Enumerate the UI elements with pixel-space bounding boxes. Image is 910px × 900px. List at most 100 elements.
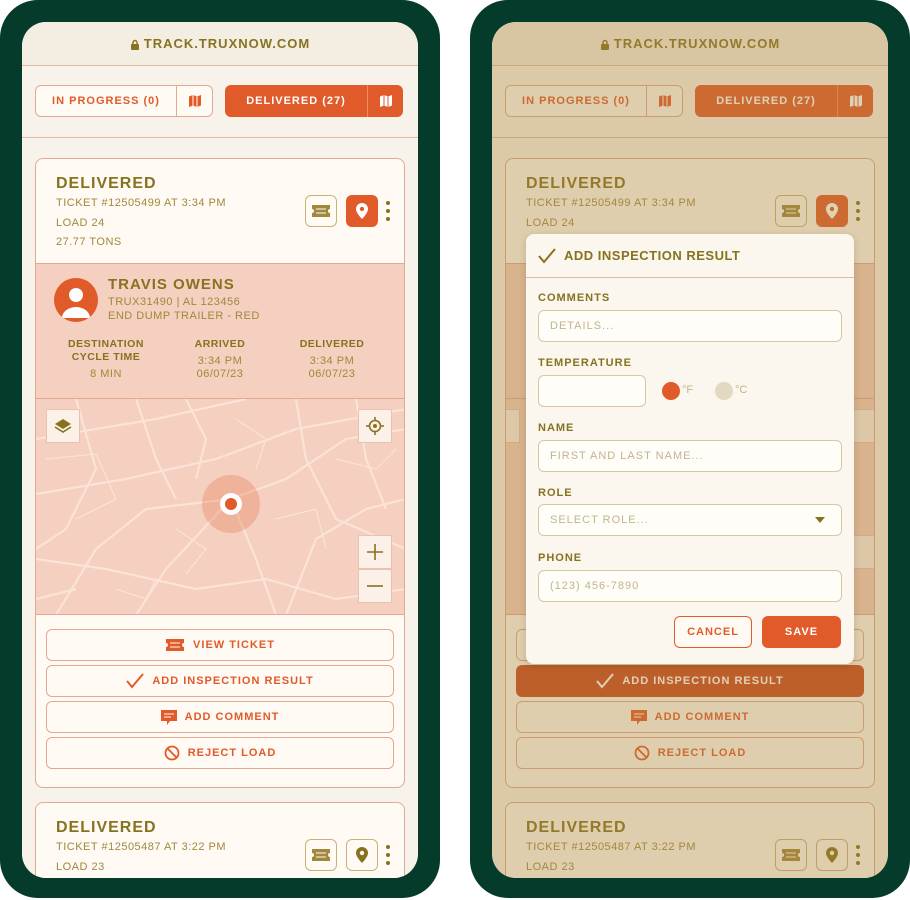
ticket-icon [782,849,800,861]
zoom-in-button[interactable] [358,535,392,569]
save-button[interactable]: SAVE [762,616,841,648]
name-label: NAME [538,422,575,434]
phone-screen-left: TRACK.TRUXNOW.COM IN PROGRESS (0) DELIVE… [22,22,418,878]
kebab-menu-icon[interactable] [385,845,391,865]
add-comment-label: ADD COMMENT [184,711,280,723]
ticket-info: TICKET #12505487 AT 3:22 PM [526,841,697,853]
view-ticket-button[interactable]: VIEW TICKET [46,629,394,661]
comments-label: COMMENTS [538,292,611,304]
layers-button[interactable] [506,409,520,443]
ticket-button[interactable] [775,195,807,227]
reject-load-label: REJECT LOAD [187,747,277,759]
inspection-modal: ADD INSPECTION RESULT COMMENTS TEMPERATU… [526,234,854,664]
card-status: DELIVERED [56,819,157,836]
map-view-button[interactable] [646,86,682,116]
checkmark-icon [538,247,556,264]
locate-button[interactable] [358,409,392,443]
comments-input[interactable] [538,310,842,342]
stat-arrived: ARRIVED 3:34 PM 06/07/23 [165,338,275,381]
location-marker-dot [225,498,237,510]
temperature-label: TEMPERATURE [538,357,632,369]
kebab-menu-icon[interactable] [855,201,861,221]
driver-name: TRAVIS OWENS [108,276,235,293]
location-pin-icon [356,203,368,219]
ticket-icon [782,205,800,217]
url-bar[interactable]: TRACK.TRUXNOW.COM [492,22,888,66]
stat-value: 06/07/23 [196,368,244,380]
stat-value: 3:34 PM [197,355,243,367]
driver-panel: TRAVIS OWENS TRUX31490 | AL 123456 END D… [36,263,404,399]
ticket-info: TICKET #12505499 AT 3:34 PM [526,197,697,209]
checkmark-icon [126,673,145,689]
zoom-out-button[interactable] [358,569,392,603]
ticket-button[interactable] [775,839,807,871]
add-comment-label: ADD COMMENT [654,711,750,723]
reject-load-button[interactable]: REJECT LOAD [46,737,394,769]
stat-value: 8 MIN [90,368,122,380]
crosshair-icon [366,417,384,435]
name-input[interactable] [538,440,842,472]
ticket-button[interactable] [305,195,337,227]
stat-cycle-time: DESTINATION CYCLE TIME 8 MIN [51,338,161,381]
status-tabs: IN PROGRESS (0) DELIVERED (27) [492,66,888,138]
location-button[interactable] [816,195,848,227]
phone-input[interactable] [538,570,842,602]
tab-delivered[interactable]: DELIVERED (27) [695,85,873,117]
map-icon [849,95,862,107]
add-inspection-button[interactable]: ADD INSPECTION RESULT [46,665,394,697]
location-button[interactable] [816,839,848,871]
role-select-value: SELECT ROLE... [550,514,649,526]
map-view-button[interactable] [837,85,873,117]
stat-label: DESTINATION [68,338,144,350]
prohibited-icon [634,745,650,761]
delivery-card: DELIVERED TICKET #12505487 AT 3:22 PM LO… [505,802,875,878]
map-view-button[interactable] [367,85,403,117]
add-comment-button[interactable]: ADD COMMENT [516,701,864,733]
comment-icon [630,709,647,725]
driver-id: TRUX31490 | AL 123456 [108,296,241,308]
card-status: DELIVERED [56,175,157,192]
tab-in-progress-label: IN PROGRESS (0) [52,95,160,107]
location-pin-icon [826,203,838,219]
url-bar[interactable]: TRACK.TRUXNOW.COM [22,22,418,66]
unit-c-radio[interactable] [715,382,733,400]
tab-delivered[interactable]: DELIVERED (27) [225,85,403,117]
map-view-button[interactable] [176,86,212,116]
phone-screen-right: TRACK.TRUXNOW.COM IN PROGRESS (0) DELIVE… [492,22,888,878]
tab-delivered-label: DELIVERED (27) [716,95,816,107]
reject-load-button[interactable]: REJECT LOAD [516,737,864,769]
zoom-in-icon [367,544,383,560]
tab-delivered-label: DELIVERED (27) [246,95,346,107]
add-inspection-button[interactable]: ADD INSPECTION RESULT [516,665,864,697]
phone-frame-right: TRACK.TRUXNOW.COM IN PROGRESS (0) DELIVE… [470,0,910,898]
add-comment-button[interactable]: ADD COMMENT [46,701,394,733]
reject-load-label: REJECT LOAD [657,747,747,759]
lock-icon [600,39,609,50]
ticket-icon [166,639,185,651]
delivery-card: DELIVERED TICKET #12505499 AT 3:34 PM LO… [35,158,405,788]
avatar-icon [54,278,98,322]
ticket-button[interactable] [305,839,337,871]
temperature-input[interactable] [538,375,646,407]
map-view[interactable] [36,399,404,615]
layers-button[interactable] [46,409,80,443]
kebab-menu-icon[interactable] [385,201,391,221]
role-select[interactable]: SELECT ROLE... [538,504,842,536]
kebab-menu-icon[interactable] [855,845,861,865]
unit-f-radio[interactable] [662,382,680,400]
tab-in-progress[interactable]: IN PROGRESS (0) [35,85,213,117]
cancel-button[interactable]: CANCEL [674,616,752,648]
phone-frame-left: TRACK.TRUXNOW.COM IN PROGRESS (0) DELIVE… [0,0,440,898]
stat-delivered: DELIVERED 3:34 PM 06/07/23 [277,338,387,381]
modal-header: ADD INSPECTION RESULT [526,234,854,278]
stat-label: DELIVERED [299,338,365,350]
tab-in-progress[interactable]: IN PROGRESS (0) [505,85,683,117]
location-button[interactable] [346,195,378,227]
checkmark-icon [596,673,615,689]
location-button[interactable] [346,839,378,871]
load-info: LOAD 23 [526,861,575,873]
url-text: TRACK.TRUXNOW.COM [613,36,781,51]
weight-info: 27.77 TONS [56,236,122,248]
ticket-icon [312,205,330,217]
map-icon [188,95,201,107]
